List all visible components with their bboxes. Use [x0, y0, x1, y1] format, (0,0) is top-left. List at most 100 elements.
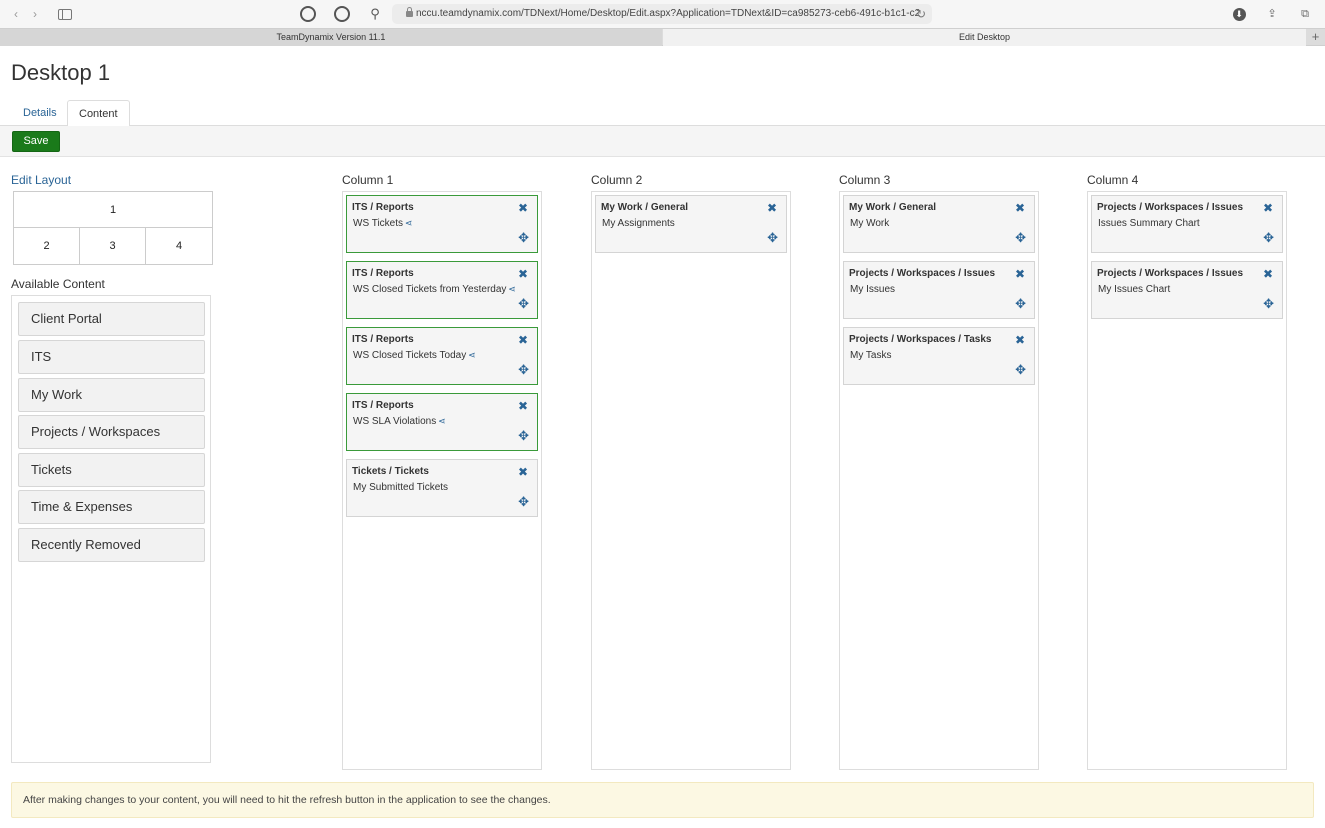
save-button[interactable]: Save	[12, 131, 60, 152]
layout-grid: 1 2 3 4	[13, 191, 213, 265]
content-card[interactable]: ITS / Reports WS Closed Tickets from Yes…	[346, 261, 538, 319]
available-content-item[interactable]: Time & Expenses	[18, 490, 205, 524]
address-bar[interactable]: nccu.teamdynamix.com/TDNext/Home/Desktop…	[392, 4, 932, 24]
available-content-list: Client Portal ITS My Work Projects / Wor…	[11, 295, 211, 763]
layout-option-3[interactable]: 3	[80, 228, 146, 264]
available-content-item[interactable]: ITS	[18, 340, 205, 374]
column-2: My Work / General My Assignments ✖ ✥	[591, 191, 791, 770]
shared-icon: ⋖	[438, 416, 446, 426]
card-name: WS Closed Tickets from Yesterday ⋖	[353, 284, 516, 295]
move-icon[interactable]: ✥	[1263, 297, 1274, 310]
content-card[interactable]: ITS / Reports WS Tickets ⋖ ✖ ✥	[346, 195, 538, 253]
available-content-item[interactable]: Client Portal	[18, 302, 205, 336]
card-category: Projects / Workspaces / Issues	[1097, 202, 1244, 213]
move-icon[interactable]: ✥	[1015, 231, 1026, 244]
forward-icon[interactable]: ›	[28, 6, 42, 22]
column-1: ITS / Reports WS Tickets ⋖ ✖ ✥ ITS / Repo…	[342, 191, 542, 770]
content-card[interactable]: ITS / Reports WS SLA Violations ⋖ ✖ ✥	[346, 393, 538, 451]
remove-icon[interactable]: ✖	[1015, 202, 1025, 214]
content-card[interactable]: Tickets / Tickets My Submitted Tickets ✖…	[346, 459, 538, 517]
remove-icon[interactable]: ✖	[518, 400, 528, 412]
refresh-notice: After making changes to your content, yo…	[11, 782, 1314, 818]
remove-icon[interactable]: ✖	[1263, 202, 1273, 214]
card-category: Tickets / Tickets	[352, 466, 429, 477]
remove-icon[interactable]: ✖	[518, 268, 528, 280]
shared-icon: ⋖	[468, 350, 476, 360]
column-3: My Work / General My Work ✖ ✥ Projects /…	[839, 191, 1039, 770]
card-name: WS Closed Tickets Today ⋖	[353, 350, 476, 361]
card-category: ITS / Reports	[352, 202, 414, 213]
available-content-item[interactable]: My Work	[18, 378, 205, 412]
back-icon[interactable]: ‹	[9, 6, 23, 22]
tab-details[interactable]: Details	[12, 100, 68, 126]
card-category: ITS / Reports	[352, 334, 414, 345]
remove-icon[interactable]: ✖	[518, 202, 528, 214]
content-card[interactable]: Projects / Workspaces / Issues My Issues…	[843, 261, 1035, 319]
card-name: My Issues Chart	[1098, 284, 1171, 295]
move-icon[interactable]: ✥	[1263, 231, 1274, 244]
edit-layout-link[interactable]: Edit Layout	[11, 173, 71, 187]
column-1-label: Column 1	[342, 173, 394, 187]
card-name: My Work	[850, 218, 890, 229]
move-icon[interactable]: ✥	[518, 363, 529, 376]
page-title: Desktop 1	[11, 60, 111, 85]
extension-shield-icon[interactable]	[300, 6, 316, 22]
browser-toolbar: ‹ › ⚲ nccu.teamdynamix.com/TDNext/Home/D…	[0, 0, 1325, 28]
move-icon[interactable]: ✥	[767, 231, 778, 244]
card-category: My Work / General	[849, 202, 937, 213]
remove-icon[interactable]: ✖	[1263, 268, 1273, 280]
extension-circle-icon[interactable]	[334, 6, 350, 22]
move-icon[interactable]: ✥	[518, 495, 529, 508]
page-tabs: Details Content	[0, 100, 1325, 127]
remove-icon[interactable]: ✖	[518, 334, 528, 346]
card-category: ITS / Reports	[352, 268, 414, 279]
content-card[interactable]: My Work / General My Work ✖ ✥	[843, 195, 1035, 253]
remove-icon[interactable]: ✖	[1015, 268, 1025, 280]
content-card[interactable]: Projects / Workspaces / Issues My Issues…	[1091, 261, 1283, 319]
card-name: WS Tickets ⋖	[353, 218, 413, 229]
new-tab-icon[interactable]: +	[1306, 29, 1325, 46]
shared-icon: ⋖	[405, 218, 413, 228]
move-icon[interactable]: ✥	[1015, 297, 1026, 310]
content-card[interactable]: ITS / Reports WS Closed Tickets Today ⋖ ✖…	[346, 327, 538, 385]
card-name: WS SLA Violations ⋖	[353, 416, 446, 427]
available-content-item[interactable]: Tickets	[18, 453, 205, 487]
tab-overview-icon[interactable]: ⧉	[1296, 6, 1314, 22]
tab-content[interactable]: Content	[67, 100, 130, 127]
card-category: Projects / Workspaces / Issues	[1097, 268, 1244, 279]
available-content-item[interactable]: Recently Removed	[18, 528, 205, 562]
content-card[interactable]: Projects / Workspaces / Issues Issues Su…	[1091, 195, 1283, 253]
action-bar: Save	[0, 126, 1325, 157]
browser-tab-edit-desktop[interactable]: Edit Desktop	[663, 29, 1306, 46]
remove-icon[interactable]: ✖	[518, 466, 528, 478]
content-card[interactable]: My Work / General My Assignments ✖ ✥	[595, 195, 787, 253]
card-name: My Issues	[850, 284, 896, 295]
card-category: My Work / General	[601, 202, 689, 213]
move-icon[interactable]: ✥	[518, 429, 529, 442]
layout-option-1[interactable]: 1	[14, 192, 212, 228]
browser-tab-bar: TeamDynamix Version 11.1 Edit Desktop +	[0, 28, 1325, 46]
move-icon[interactable]: ✥	[518, 231, 529, 244]
column-3-label: Column 3	[839, 173, 891, 187]
content-card[interactable]: Projects / Workspaces / Tasks My Tasks ✖…	[843, 327, 1035, 385]
card-category: ITS / Reports	[352, 400, 414, 411]
sidebar-toggle-icon[interactable]	[58, 9, 72, 20]
move-icon[interactable]: ✥	[1015, 363, 1026, 376]
layout-option-2[interactable]: 2	[14, 228, 80, 264]
extension-pin-icon[interactable]: ⚲	[367, 6, 383, 22]
card-name: Issues Summary Chart	[1098, 218, 1200, 229]
download-icon[interactable]: ⬇	[1230, 6, 1248, 22]
shared-icon: ⋖	[508, 284, 516, 294]
card-category: Projects / Workspaces / Tasks	[849, 334, 992, 345]
layout-option-4[interactable]: 4	[146, 228, 212, 264]
remove-icon[interactable]: ✖	[1015, 334, 1025, 346]
card-name: My Submitted Tickets	[353, 482, 449, 493]
browser-tab-teamdynamix[interactable]: TeamDynamix Version 11.1	[0, 29, 662, 46]
share-icon[interactable]: ⇪	[1263, 6, 1281, 22]
url-text: nccu.teamdynamix.com/TDNext/Home/Desktop…	[416, 8, 921, 19]
move-icon[interactable]: ✥	[518, 297, 529, 310]
column-4-label: Column 4	[1087, 173, 1139, 187]
reload-icon[interactable]: ↻	[916, 4, 926, 24]
available-content-item[interactable]: Projects / Workspaces	[18, 415, 205, 449]
remove-icon[interactable]: ✖	[767, 202, 777, 214]
